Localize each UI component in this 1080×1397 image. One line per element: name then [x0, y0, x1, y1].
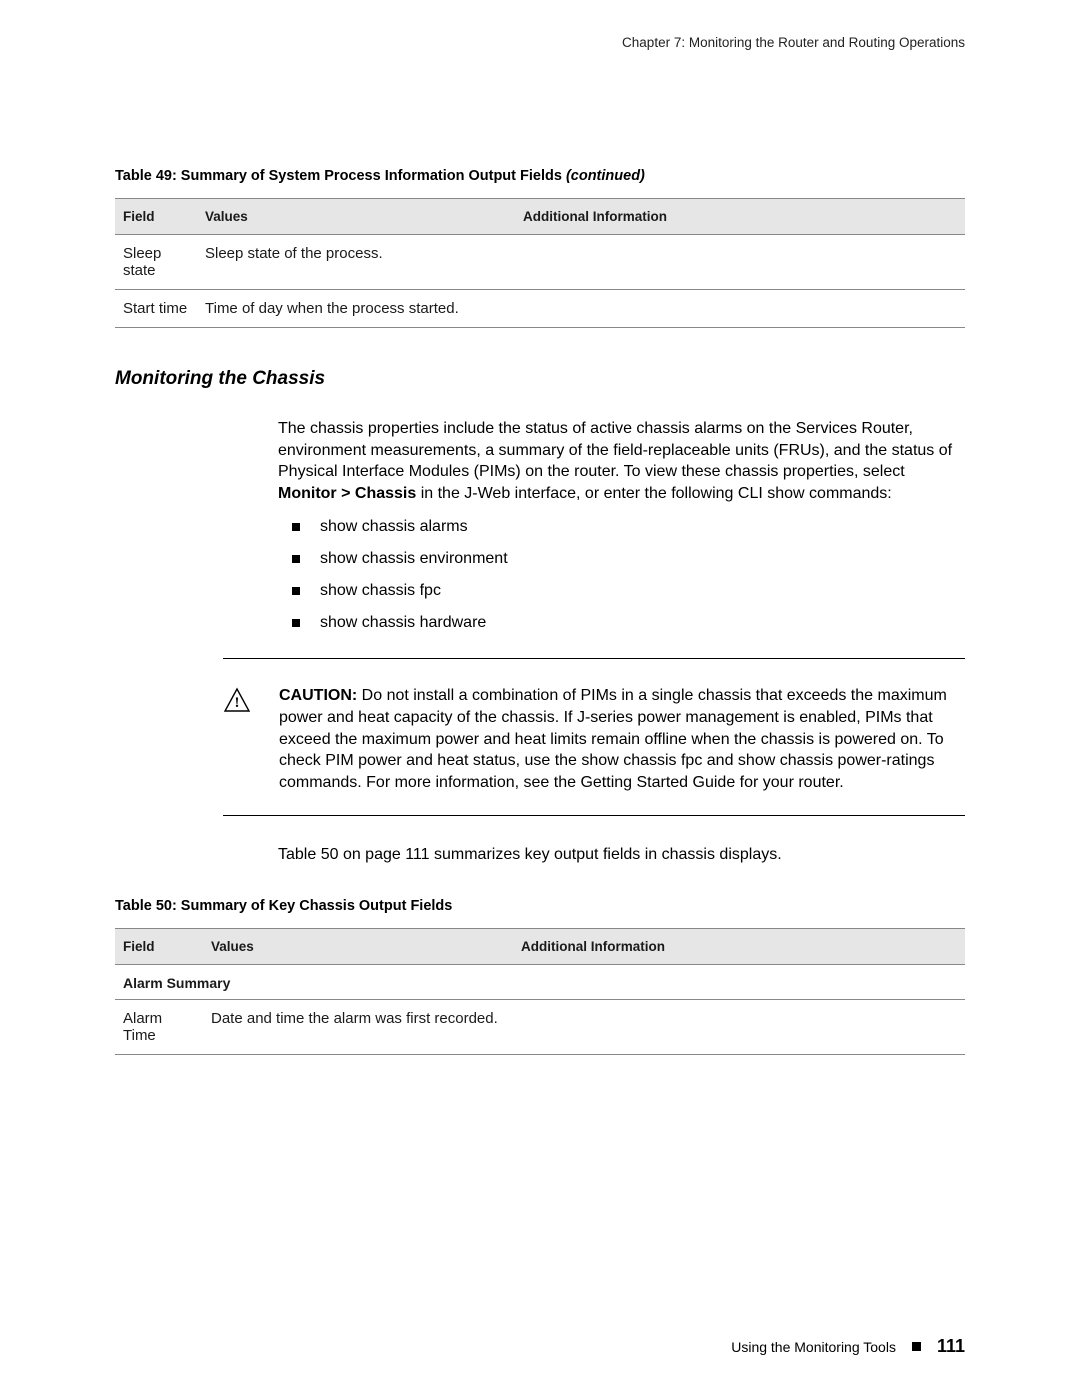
cell-field: Alarm Time: [115, 999, 203, 1054]
caution-cmd1: show chassis fpc: [581, 752, 702, 769]
cell-values: Time of day when the process started.: [197, 290, 515, 328]
table50: Field Values Additional Information Alar…: [115, 928, 965, 1055]
page: Chapter 7: Monitoring the Router and Rou…: [0, 0, 1080, 1055]
table49-caption-main: Table 49: Summary of System Process Info…: [115, 168, 566, 184]
table-row: Start time Time of day when the process …: [115, 290, 965, 328]
table49-caption-cont: (continued): [566, 168, 645, 184]
command-list: show chassis alarms show chassis environ…: [292, 518, 965, 632]
page-footer: Using the Monitoring Tools 111: [731, 1336, 965, 1357]
table49: Field Values Additional Information Slee…: [115, 198, 965, 328]
caution-cmd2: show chassis power-ratings: [738, 752, 935, 769]
table50-caption: Table 50: Summary of Key Chassis Output …: [115, 898, 965, 914]
table-section-row: Alarm Summary: [115, 964, 965, 999]
cell-info: [515, 290, 965, 328]
caution-icon: !: [223, 687, 251, 718]
table-row: Sleep state Sleep state of the process.: [115, 235, 965, 290]
body-block-2: Table 50 on page 111 summarizes key outp…: [278, 844, 965, 866]
footer-square-icon: [912, 1342, 921, 1351]
table50-head-info: Additional Information: [513, 928, 965, 964]
footer-text: Using the Monitoring Tools: [731, 1339, 896, 1355]
chapter-header: Chapter 7: Monitoring the Router and Rou…: [115, 35, 965, 50]
caution-box: ! CAUTION: Do not install a combination …: [223, 658, 965, 816]
list-item: show chassis fpc: [292, 582, 965, 600]
cell-field: Sleep state: [115, 235, 197, 290]
post-caution-para: Table 50 on page 111 summarizes key outp…: [278, 844, 965, 866]
cell-values: Date and time the alarm was first record…: [203, 999, 513, 1054]
intro-text-a: The chassis properties include the statu…: [278, 420, 952, 480]
table50-head-field: Field: [115, 928, 203, 964]
cell-values: Sleep state of the process.: [197, 235, 515, 290]
table50-head-values: Values: [203, 928, 513, 964]
cell-info: [513, 999, 965, 1054]
intro-paragraph: The chassis properties include the statu…: [278, 418, 965, 504]
table49-caption: Table 49: Summary of System Process Info…: [115, 168, 965, 184]
list-item: show chassis alarms: [292, 518, 965, 536]
cli-show-word: show: [767, 485, 804, 502]
caution-text: CAUTION: Do not install a combination of…: [279, 685, 965, 793]
table49-head-info: Additional Information: [515, 199, 965, 235]
cell-field: Start time: [115, 290, 197, 328]
caution-label: CAUTION:: [279, 687, 357, 704]
list-item: show chassis hardware: [292, 614, 965, 632]
body-block: The chassis properties include the statu…: [278, 418, 965, 632]
svg-text:!: !: [235, 695, 240, 711]
caution-t3: commands. For more information, see the …: [279, 774, 844, 791]
section-label: Alarm Summary: [115, 964, 965, 999]
caution-t2: and: [702, 752, 738, 769]
intro-text-e: commands:: [805, 485, 892, 502]
menu-path: Monitor > Chassis: [278, 485, 416, 502]
cell-info: [515, 235, 965, 290]
table-row: Alarm Time Date and time the alarm was f…: [115, 999, 965, 1054]
list-item: show chassis environment: [292, 550, 965, 568]
page-number: 111: [937, 1336, 965, 1357]
table49-head-field: Field: [115, 199, 197, 235]
table49-head-values: Values: [197, 199, 515, 235]
intro-text-c: in the J-Web interface, or enter the fol…: [416, 485, 767, 502]
section-heading: Monitoring the Chassis: [115, 368, 965, 390]
